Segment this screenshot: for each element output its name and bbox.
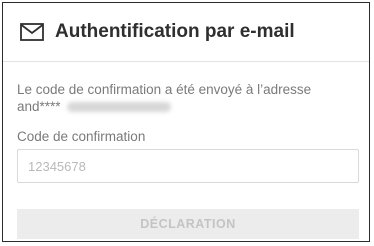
masked-email: and**** xyxy=(17,99,171,114)
email-auth-dialog: Authentification par e-mail Le code de c… xyxy=(2,2,370,242)
confirmation-message: Le code de confirmation a été envoyé à l… xyxy=(17,81,317,115)
blurred-email xyxy=(66,102,171,113)
confirmation-code-input[interactable] xyxy=(17,149,359,183)
code-label: Code de confirmation xyxy=(17,129,146,144)
declaration-button[interactable]: DÉCLARATION xyxy=(17,209,359,239)
mail-icon xyxy=(20,23,44,41)
confirmation-text: Le code de confirmation a été envoyé à l… xyxy=(17,82,312,97)
dialog-title: Authentification par e-mail xyxy=(55,21,295,42)
dialog-header: Authentification par e-mail xyxy=(3,3,369,62)
masked-email-prefix: and**** xyxy=(17,99,61,114)
